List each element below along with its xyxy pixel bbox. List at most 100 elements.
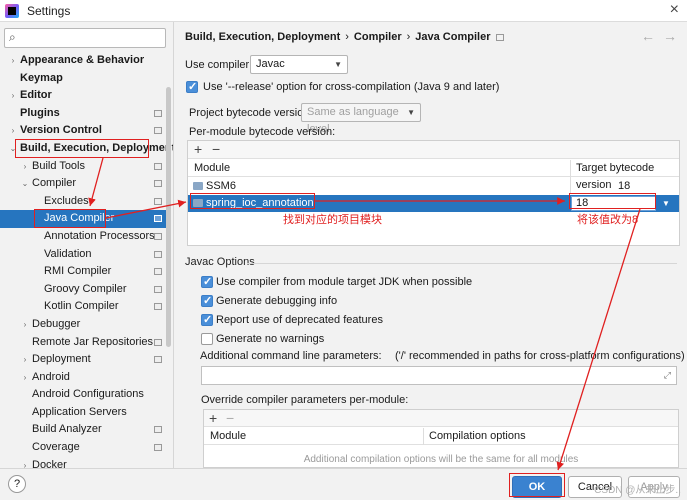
sidebar-item-label: Annotation Processors bbox=[44, 229, 155, 242]
additional-params-input[interactable]: ⤢ bbox=[201, 366, 677, 385]
option-debug-info-checkbox[interactable] bbox=[201, 294, 213, 307]
project-scope-icon bbox=[154, 356, 162, 364]
release-option-checkbox[interactable] bbox=[186, 80, 198, 93]
sidebar-item-docker[interactable]: › Docker bbox=[0, 457, 166, 468]
col-options-header[interactable]: Compilation options bbox=[423, 428, 526, 445]
sidebar-item-version-control[interactable]: › Version Control bbox=[0, 122, 166, 140]
add-icon[interactable]: + bbox=[209, 410, 217, 426]
sidebar-item-java-compiler[interactable]: Java Compiler bbox=[0, 210, 166, 228]
table-row-selected[interactable]: spring_ioc_annotation 18 ▼ bbox=[188, 195, 679, 212]
chevron-right-icon[interactable]: › bbox=[8, 122, 18, 140]
sidebar-item-keymap[interactable]: Keymap bbox=[0, 70, 166, 88]
sidebar-item-android-configurations[interactable]: Android Configurations bbox=[0, 386, 166, 404]
option-target-jdk-label: Use compiler from module target JDK when… bbox=[216, 276, 473, 288]
project-scope-icon bbox=[154, 268, 162, 276]
sidebar-item-label: Groovy Compiler bbox=[44, 282, 127, 295]
sidebar-item-build-execution-deployment[interactable]: ⌄ Build, Execution, Deployment bbox=[0, 140, 173, 158]
title-bar: Settings × bbox=[0, 0, 687, 22]
chevron-right-icon[interactable]: › bbox=[20, 158, 30, 176]
project-scope-icon bbox=[154, 285, 162, 293]
sidebar-item-coverage[interactable]: Coverage bbox=[0, 439, 166, 457]
use-compiler-label: Use compiler: bbox=[185, 59, 253, 71]
option-deprecated-checkbox[interactable] bbox=[201, 313, 213, 326]
sidebar-item-plugins[interactable]: Plugins bbox=[0, 105, 166, 123]
target-version-input[interactable]: 18 bbox=[571, 196, 656, 211]
option-no-warnings-label: Generate no warnings bbox=[216, 333, 325, 345]
sidebar-item-label: RMI Compiler bbox=[44, 265, 112, 278]
chevron-right-icon[interactable]: › bbox=[20, 316, 30, 334]
sidebar-item-remote-jar-repositories[interactable]: Remote Jar Repositories bbox=[0, 334, 166, 352]
sidebar-item-build-analyzer[interactable]: Build Analyzer bbox=[0, 421, 166, 439]
sidebar-item-label: Coverage bbox=[32, 441, 80, 454]
breadcrumb-compiler[interactable]: Compiler bbox=[354, 31, 402, 43]
chevron-right-icon[interactable]: › bbox=[20, 457, 30, 468]
sidebar-item-groovy-compiler[interactable]: Groovy Compiler bbox=[0, 281, 166, 299]
sidebar-item-compiler[interactable]: ⌄ Compiler bbox=[0, 175, 166, 193]
sidebar-item-debugger[interactable]: › Debugger bbox=[0, 316, 166, 334]
sidebar-item-label: Version Control bbox=[20, 124, 102, 137]
javac-options-title: Javac Options bbox=[185, 256, 255, 268]
chevron-right-icon[interactable]: › bbox=[8, 52, 18, 70]
sidebar-item-application-servers[interactable]: Application Servers bbox=[0, 404, 166, 422]
sidebar-item-editor[interactable]: › Editor bbox=[0, 87, 166, 105]
sidebar-item-excludes[interactable]: Excludes bbox=[0, 193, 166, 211]
release-option-label: Use '--release' option for cross-compila… bbox=[203, 81, 500, 93]
search-icon: ⌕ bbox=[9, 30, 16, 44]
settings-sidebar: ⌕ › Appearance & Behavior Keymap › Editor Plu… bbox=[0, 22, 174, 468]
sidebar-item-label: Build Tools bbox=[32, 159, 85, 172]
sidebar-item-annotation-processors[interactable]: Annotation Processors bbox=[0, 228, 166, 246]
col-module-header[interactable]: Module bbox=[210, 428, 246, 445]
option-target-jdk-checkbox[interactable] bbox=[201, 275, 213, 288]
chevron-right-icon[interactable]: › bbox=[8, 87, 18, 105]
project-bytecode-select[interactable]: Same as language level ▼ bbox=[301, 103, 421, 135]
chevron-down-icon: ▼ bbox=[334, 60, 342, 69]
chevron-down-icon: ▼ bbox=[407, 108, 415, 117]
search-box[interactable]: ⌕ bbox=[4, 28, 166, 48]
sidebar-item-label: Build Analyzer bbox=[32, 423, 102, 436]
breadcrumb-build[interactable]: Build, Execution, Deployment bbox=[185, 31, 340, 43]
additional-params-label: Additional command line parameters: bbox=[200, 350, 382, 362]
sidebar-item-kotlin-compiler[interactable]: Kotlin Compiler bbox=[0, 298, 166, 316]
sidebar-item-label: Java Compiler bbox=[44, 212, 115, 225]
help-button[interactable]: ? bbox=[8, 475, 26, 493]
col-module-header[interactable]: Module bbox=[194, 160, 230, 177]
override-params-table: + − Module Compilation options Additiona… bbox=[203, 409, 679, 468]
chevron-down-icon[interactable]: ▼ bbox=[662, 195, 670, 212]
back-arrow-icon[interactable]: ← bbox=[641, 28, 655, 44]
expand-icon[interactable]: ⤢ bbox=[664, 370, 671, 381]
project-scope-icon bbox=[154, 180, 162, 188]
dialog-footer: ? OK Cancel Apply CSDN @从未止步.. bbox=[0, 468, 687, 500]
forward-arrow-icon[interactable]: → bbox=[663, 28, 677, 44]
chevron-down-icon[interactable]: ⌄ bbox=[20, 175, 30, 193]
project-scope-icon bbox=[154, 197, 162, 205]
sidebar-item-label: Plugins bbox=[20, 106, 60, 119]
module-name: spring_ioc_annotation bbox=[206, 197, 314, 209]
use-compiler-select[interactable]: Javac ▼ bbox=[250, 55, 348, 74]
sidebar-item-build-tools[interactable]: › Build Tools bbox=[0, 158, 166, 176]
chevron-right-icon[interactable]: › bbox=[20, 369, 30, 387]
sidebar-item-label: Docker bbox=[32, 458, 67, 468]
section-divider bbox=[247, 263, 677, 264]
option-no-warnings-checkbox[interactable] bbox=[201, 333, 213, 345]
sidebar-item-label: Application Servers bbox=[32, 405, 127, 418]
window-title: Settings bbox=[27, 4, 71, 18]
ok-button[interactable]: OK bbox=[512, 476, 562, 498]
remove-icon[interactable]: − bbox=[212, 141, 220, 157]
search-input[interactable] bbox=[25, 31, 163, 45]
project-scope-icon bbox=[496, 33, 505, 41]
sidebar-item-android[interactable]: › Android bbox=[0, 369, 166, 387]
sidebar-item-rmi-compiler[interactable]: RMI Compiler bbox=[0, 263, 166, 281]
add-icon[interactable]: + bbox=[194, 141, 202, 157]
remove-icon[interactable]: − bbox=[226, 410, 234, 426]
chevron-right-icon[interactable]: › bbox=[20, 351, 30, 369]
sidebar-item-validation[interactable]: Validation bbox=[0, 246, 166, 264]
sidebar-item-label: Debugger bbox=[32, 317, 81, 330]
module-table-header: Module Target bytecode version bbox=[188, 160, 679, 194]
sidebar-item-deployment[interactable]: › Deployment bbox=[0, 351, 166, 369]
table-row[interactable]: SSM6 18 bbox=[188, 178, 679, 195]
close-icon[interactable]: × bbox=[670, 1, 679, 19]
chevron-down-icon[interactable]: ⌄ bbox=[8, 140, 18, 158]
sidebar-item-appearance-behavior[interactable]: › Appearance & Behavior bbox=[0, 52, 166, 70]
folder-icon bbox=[193, 182, 203, 191]
sidebar-scrollbar[interactable] bbox=[166, 87, 171, 347]
